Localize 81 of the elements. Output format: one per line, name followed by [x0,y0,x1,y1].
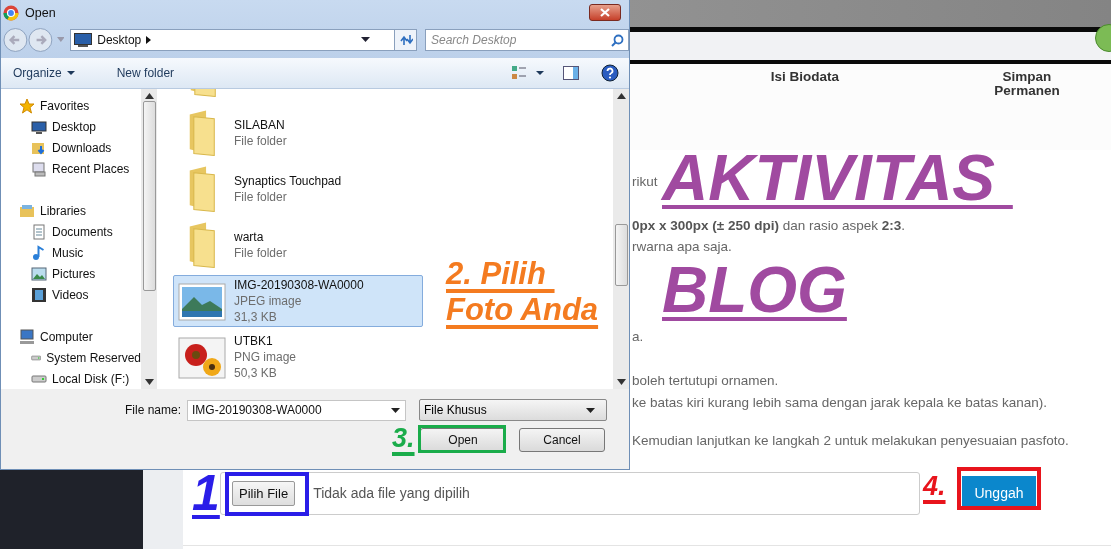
drive-icon [31,353,42,362]
picture-icon [31,265,47,282]
instruction-text: ke batas kiri kurang lebih sama dengan jarak kepala ke batas kanan). [632,393,1048,412]
annotation-label: Foto Anda [446,292,599,328]
folder-icon [189,222,215,268]
annotation-label: 1 [192,466,220,520]
choose-file-button[interactable]: Pilih File [232,480,296,506]
caret-icon [391,407,400,413]
caret-icon [586,407,595,413]
library-icon [19,202,35,219]
help-icon[interactable] [601,64,619,82]
refresh-icon [398,33,413,46]
close-icon [600,8,610,17]
preview-pane-icon[interactable] [563,65,579,81]
instruction-text: rikut [632,173,659,191]
search-field[interactable]: Search Desktop [425,28,629,51]
folder-icon [189,166,215,212]
file-name-field[interactable]: IMG-20190308-WA0000 [187,399,406,421]
monitor-icon [74,32,93,47]
scroll-down-icon[interactable] [144,379,154,385]
file-item[interactable]: SILABAN File folder [173,107,423,159]
nav-item[interactable]: Videos [1,284,141,305]
instruction-text: Kemudian lanjutkan ke langkah 2 untuk melakukan penyesuaian pasfoto. [632,432,1070,450]
nav-item[interactable]: Documents [1,221,141,242]
scrollbar[interactable] [613,89,629,389]
file-item[interactable]: Synaptics Touchpad File folder [173,163,423,215]
annotation-label: 2. Pilih [446,256,547,292]
refresh-button[interactable] [394,28,417,51]
caret-icon [361,37,370,42]
instruction-text: rwarna apa saja. [632,238,733,256]
file-item[interactable]: UTBK1 PNG image 50,3 KB [173,331,423,383]
film-icon [31,286,47,303]
star-icon [19,97,35,114]
instruction-text: 0px x 300px (± 250 dpi) dan rasio aspek 2:3. [632,216,907,235]
nav-item[interactable]: Music [1,242,141,263]
step-label[interactable]: Isi Biodata [755,70,855,150]
music-note-icon [31,244,47,261]
nav-item[interactable]: Recent Places [1,158,141,179]
file-item[interactable]: IMG-20190308-WA0000 JPEG image 31,3 KB [173,275,423,327]
annotation-label: 4. [923,470,946,502]
view-options-icon[interactable] [511,65,545,81]
annotation-label: 3. [392,422,415,454]
cancel-button[interactable]: Cancel [519,428,605,452]
recent-places-icon [31,160,47,177]
close-button[interactable] [589,4,621,21]
nav-item[interactable]: Downloads [1,137,141,158]
scrollbar[interactable] [141,89,157,389]
scroll-thumb[interactable] [615,224,628,286]
scroll-up-icon[interactable] [144,93,154,99]
instruction-text: a. [632,327,645,346]
folder-icon [189,110,215,156]
nav-item[interactable]: Desktop [1,116,141,137]
nav-item[interactable]: Libraries [1,200,141,221]
organize-button[interactable]: Organize [7,63,81,83]
file-status-text: Tidak ada file yang dipilih [313,485,470,501]
scroll-thumb[interactable] [143,101,156,291]
document-icon [31,223,47,240]
scroll-up-icon[interactable] [616,93,626,99]
instruction-text: boleh tertutupi ornamen. [632,372,780,390]
nav-item[interactable]: System Reserved [1,347,141,368]
browser-logo-icon [3,4,19,21]
nav-item[interactable]: Computer [1,326,141,347]
chevron-icon [146,35,152,44]
annotation-label: BLOG [662,258,847,322]
monitor-icon [31,118,47,135]
new-folder-button[interactable]: New folder [110,63,181,83]
drive-icon [31,374,47,383]
computer-icon [19,328,35,345]
scroll-down-icon[interactable] [616,379,626,385]
address-bar[interactable]: Desktop [70,28,395,51]
search-icon [611,33,624,47]
file-item[interactable]: warta File folder [173,219,423,271]
nav-item[interactable]: Local Disk (F:) [1,368,141,389]
window-title: Open [25,5,56,20]
file-input-field[interactable]: Pilih File Tidak ada file yang dipilih [220,471,920,515]
file-type-dropdown[interactable]: File Khusus [419,399,607,421]
nav-item[interactable]: Pictures [1,263,141,284]
step-label[interactable]: Simpan Permanen [977,70,1077,150]
file-name-label: File name: [123,403,182,417]
nav-item[interactable]: Favorites [1,95,141,116]
caret-icon [66,71,75,75]
